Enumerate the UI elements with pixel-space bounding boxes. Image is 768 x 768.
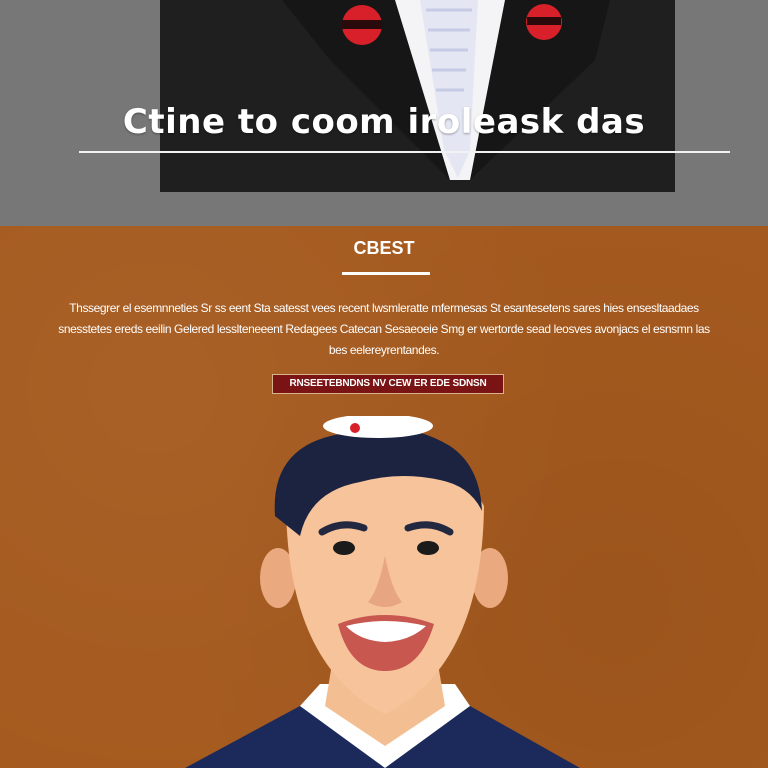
portrait-illustration <box>185 416 580 768</box>
portrait-right-eye <box>417 541 439 555</box>
hero-divider <box>79 151 730 153</box>
right-lapel-pin-icon <box>526 4 562 40</box>
hero-banner: Ctine to coom iroleask das <box>0 0 768 226</box>
cta-button[interactable]: RNSEETEBNDNS NV CEW ER EDE SDNSN <box>272 374 504 394</box>
content-section: CBEST Thssegrer el esemnneties Sr ss een… <box>0 226 768 768</box>
hero-title: Ctine to coom iroleask das <box>122 102 646 142</box>
heading-underline <box>342 272 430 275</box>
left-lapel-pin-icon <box>342 5 382 45</box>
portrait-left-eye <box>333 541 355 555</box>
section-body-text: Thssegrer el esemnneties Sr ss eent Sta … <box>58 301 710 357</box>
section-heading: CBEST <box>353 238 415 258</box>
